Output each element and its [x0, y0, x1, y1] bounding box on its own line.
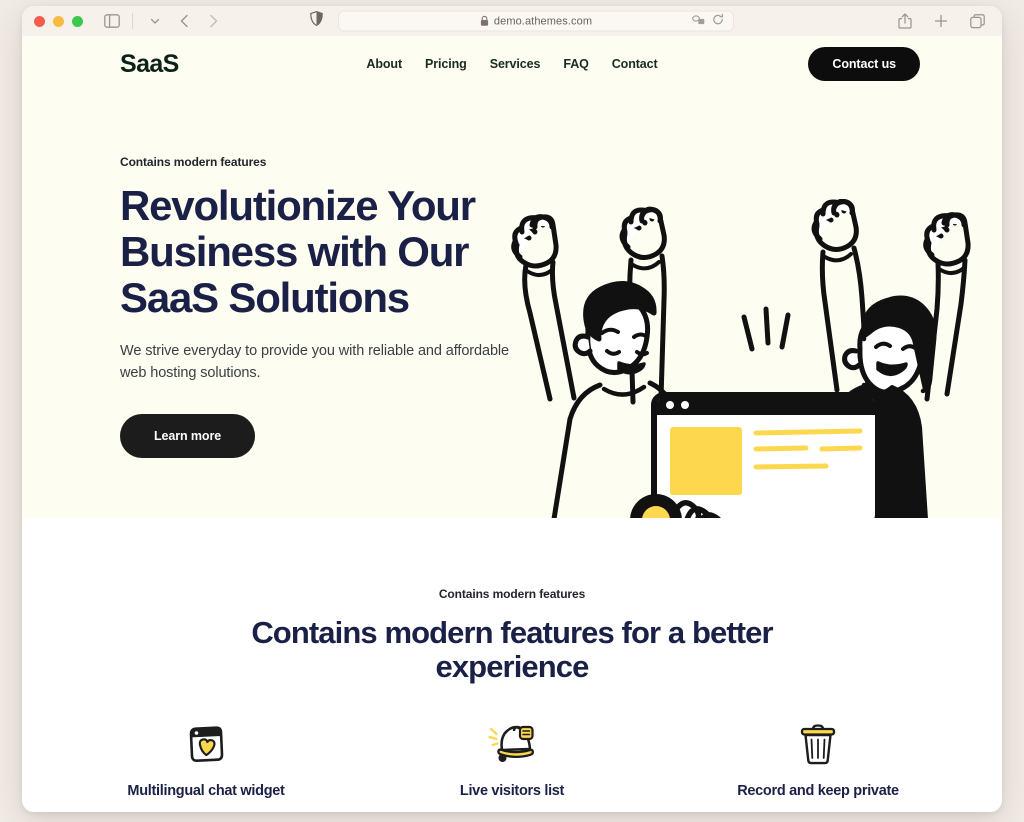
- share-icon[interactable]: [894, 10, 916, 32]
- feature-label: Record and keep private: [737, 783, 899, 799]
- forward-chevron-icon[interactable]: [202, 10, 224, 32]
- hero-content: Contains modern features Revolutionize Y…: [22, 92, 1002, 458]
- extensions-icon[interactable]: [692, 12, 705, 30]
- learn-more-button[interactable]: Learn more: [120, 414, 256, 458]
- hero-title-line-2: Business with Our: [120, 228, 470, 275]
- feature-card-live-visitors-list[interactable]: Live visitors list: [417, 718, 607, 799]
- hero-section: SaaS About Pricing Services FAQ Contact …: [22, 36, 1002, 519]
- browser-toolbar: demo.athemes.com: [22, 6, 1002, 36]
- close-window-button[interactable]: [34, 15, 45, 27]
- features-heading: Contains modern features for a better ex…: [251, 615, 773, 684]
- contact-us-button[interactable]: Contact us: [808, 47, 920, 81]
- address-bar-content: demo.athemes.com: [480, 15, 592, 27]
- back-chevron-icon[interactable]: [174, 10, 196, 32]
- new-tab-icon[interactable]: [930, 10, 952, 32]
- shield-icon[interactable]: [310, 10, 323, 31]
- site-header: SaaS About Pricing Services FAQ Contact …: [22, 36, 1002, 92]
- bell-notification-icon: [488, 718, 536, 766]
- hero-eyebrow: Contains modern features: [120, 155, 267, 169]
- features-grid: Multilingual chat widget Live visitors l…: [22, 718, 1002, 799]
- sidebar-toggle-icon[interactable]: [101, 10, 123, 32]
- nav-item-pricing[interactable]: Pricing: [425, 57, 467, 71]
- feature-card-multilingual-chat-widget[interactable]: Multilingual chat widget: [111, 718, 301, 799]
- maximize-window-button[interactable]: [72, 15, 83, 27]
- hero-subtitle: We strive everyday to provide you with r…: [120, 343, 510, 381]
- features-eyebrow: Contains modern features: [438, 587, 586, 601]
- nav-item-faq[interactable]: FAQ: [563, 57, 589, 71]
- trash-can-icon: [798, 718, 838, 766]
- hero-title-line-3: SaaS Solutions: [120, 274, 410, 321]
- nav-item-contact[interactable]: Contact: [612, 57, 658, 71]
- chevron-down-icon[interactable]: [144, 10, 166, 32]
- lock-icon: [480, 15, 488, 26]
- url-text: demo.athemes.com: [493, 15, 593, 27]
- feature-card-record-and-keep-private[interactable]: Record and keep private: [723, 718, 913, 799]
- address-bar[interactable]: demo.athemes.com: [338, 10, 734, 32]
- hero-title-line-1: Revolutionize Your: [120, 182, 476, 229]
- reload-icon[interactable]: [712, 12, 724, 30]
- toolbar-right-actions: [894, 10, 988, 32]
- minimize-window-button[interactable]: [53, 15, 64, 27]
- toolbar-divider: [132, 13, 133, 29]
- feature-label: Live visitors list: [459, 783, 565, 799]
- page-viewport: SaaS About Pricing Services FAQ Contact …: [22, 36, 1002, 812]
- feature-label: Multilingual chat widget: [127, 783, 285, 799]
- browser-window: demo.athemes.com SaaS About Pricing Serv…: [22, 6, 1002, 812]
- hero-title: Revolutionize Your Business with Our Saa…: [120, 183, 520, 321]
- browser-heart-icon: [184, 718, 228, 766]
- nav-item-about[interactable]: About: [366, 57, 402, 71]
- tab-overview-icon[interactable]: [966, 10, 988, 32]
- nav-item-services[interactable]: Services: [490, 57, 541, 71]
- features-section: Contains modern features Contains modern…: [22, 518, 1002, 812]
- window-traffic-lights: [34, 15, 83, 27]
